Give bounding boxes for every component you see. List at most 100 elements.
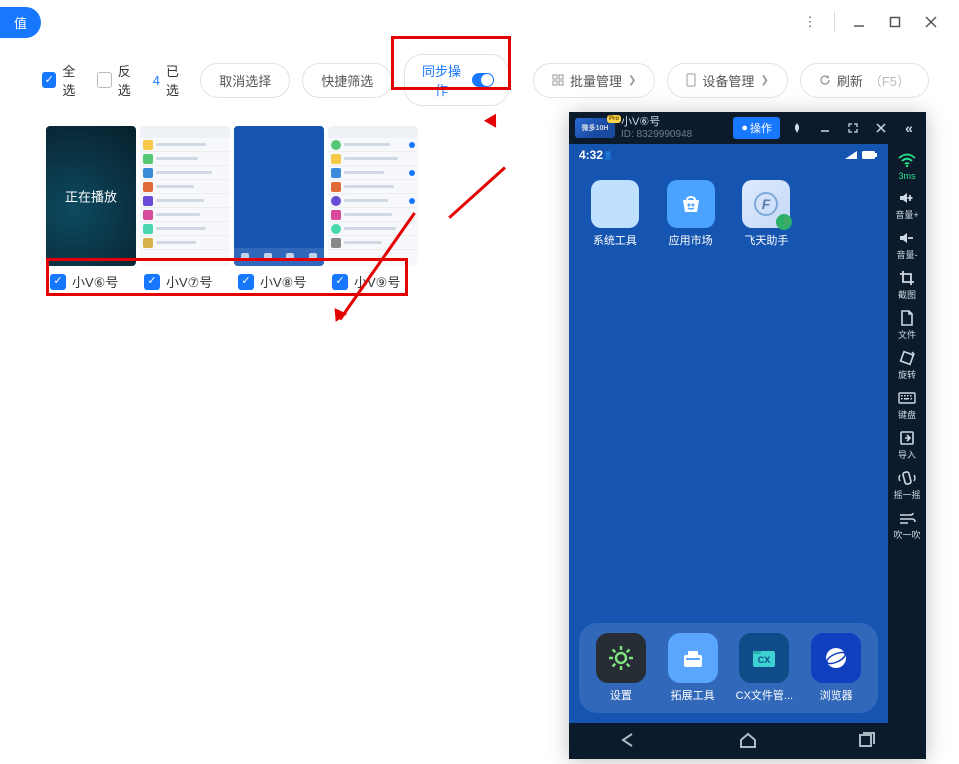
device-thumbnail[interactable]: 正在播放 <box>46 126 136 266</box>
import-icon <box>896 429 918 447</box>
device-checkbox[interactable] <box>238 274 254 290</box>
count-label: 已选 <box>166 61 188 99</box>
svg-text:F: F <box>762 196 771 212</box>
wifi-icon <box>896 152 918 170</box>
playing-label: 正在播放 <box>65 187 117 206</box>
rail-volume-up[interactable]: 音量+ <box>895 187 918 223</box>
minimize-icon[interactable] <box>814 117 836 139</box>
recharge-button[interactable]: 值 <box>0 7 41 38</box>
keyboard-icon <box>896 389 918 407</box>
phone-screen[interactable]: 4:32 👤 系统工具 应用市场 <box>569 144 888 723</box>
fullscreen-icon[interactable] <box>842 117 864 139</box>
rail-screenshot[interactable]: 截图 <box>896 267 918 303</box>
app-market[interactable]: 应用市场 <box>667 180 715 248</box>
close-icon[interactable] <box>870 117 892 139</box>
rail-rotate[interactable]: 旋转 <box>896 347 918 383</box>
device-thumbnail[interactable] <box>234 126 324 266</box>
rail-wifi[interactable]: 3ms <box>896 150 918 183</box>
chevron-right-icon: ❯ <box>760 75 768 86</box>
nav-home-icon[interactable] <box>738 731 758 752</box>
app-label: CX文件管... <box>736 687 793 703</box>
rail-import[interactable]: 导入 <box>896 427 918 463</box>
maximize-icon[interactable] <box>877 4 913 40</box>
invert-group[interactable]: 反选 <box>97 61 140 99</box>
phone-titlebar: 微多10H Pro 小V⑥号 ID: 8329990948 ● 操作 « <box>569 112 926 144</box>
sync-label: 同步操作 <box>419 61 464 99</box>
device-manage-button[interactable]: 设备管理❯ <box>667 63 787 98</box>
batch-manage-button[interactable]: 批量管理❯ <box>533 63 655 98</box>
app-label: 系统工具 <box>593 232 637 248</box>
device-name: 小V⑥号 <box>72 272 118 291</box>
more-icon[interactable]: ⋮ <box>792 4 828 40</box>
status-time: 4:32 <box>579 148 603 162</box>
phone-navbar <box>569 723 926 759</box>
phone-title-text: 小V⑥号 <box>621 116 692 129</box>
rail-shake[interactable]: 摇一摇 <box>893 467 920 503</box>
batch-icon <box>552 74 564 86</box>
rail-keyboard[interactable]: 键盘 <box>896 387 918 423</box>
invert-checkbox[interactable] <box>97 72 111 88</box>
count-number: 4 <box>153 73 160 88</box>
device-card[interactable]: 小V⑦号 <box>140 126 230 295</box>
close-icon[interactable] <box>913 4 949 40</box>
select-all-group[interactable]: 全选 <box>42 61 85 99</box>
wind-icon <box>896 509 918 527</box>
app-ext-tools[interactable]: 拓展工具 <box>668 633 718 703</box>
invert-label: 反选 <box>118 61 141 99</box>
app-settings[interactable]: 设置 <box>596 633 646 703</box>
app-label: 浏览器 <box>820 687 853 703</box>
nav-recent-icon[interactable] <box>857 731 877 752</box>
brand-logo-icon: 微多10H Pro <box>575 118 615 138</box>
status-bar: 4:32 👤 <box>569 144 888 166</box>
quick-filter-button[interactable]: 快捷筛选 <box>302 63 392 98</box>
phone-side-rail: 3ms 音量+ 音量- 截图 <box>888 144 926 723</box>
cancel-selection-button[interactable]: 取消选择 <box>200 63 290 98</box>
rail-blow[interactable]: 吹一吹 <box>893 507 920 543</box>
signal-icon <box>844 150 858 160</box>
rail-file[interactable]: 文件 <box>896 307 918 343</box>
app-label: 拓展工具 <box>671 687 715 703</box>
phone-dock: 设置 拓展工具 CX CX文件管... <box>579 623 878 713</box>
app-label: 飞天助手 <box>744 232 788 248</box>
app-cx-files[interactable]: CX CX文件管... <box>736 633 793 703</box>
crop-icon <box>896 269 918 287</box>
device-checkbox[interactable] <box>50 274 66 290</box>
device-checkbox[interactable] <box>332 274 348 290</box>
pin-icon[interactable] <box>786 117 808 139</box>
device-thumbnail[interactable] <box>328 126 418 266</box>
rotate-icon <box>896 349 918 367</box>
phone-preview-panel: 微多10H Pro 小V⑥号 ID: 8329990948 ● 操作 « 4:3… <box>569 112 926 759</box>
device-thumbnail[interactable] <box>140 126 230 266</box>
select-all-checkbox[interactable] <box>42 72 56 88</box>
device-name: 小V⑧号 <box>260 272 306 291</box>
select-all-label: 全选 <box>62 61 85 99</box>
window-header: 值 ⋮ <box>0 0 959 44</box>
rail-volume-down[interactable]: 音量- <box>896 227 918 263</box>
file-icon <box>896 309 918 327</box>
app-system-tools[interactable]: 系统工具 <box>591 180 639 248</box>
phone-id: ID: 8329990948 <box>621 129 692 141</box>
device-checkbox[interactable] <box>144 274 160 290</box>
device-card[interactable]: 正在播放 小V⑥号 <box>46 126 136 295</box>
collapse-icon[interactable]: « <box>898 117 920 139</box>
device-card[interactable]: 小V⑧号 <box>234 126 324 295</box>
app-label: 应用市场 <box>669 232 713 248</box>
app-label: 设置 <box>610 687 632 703</box>
battery-icon <box>862 150 878 160</box>
operate-button[interactable]: ● 操作 <box>733 117 780 139</box>
app-browser[interactable]: 浏览器 <box>811 633 861 703</box>
refresh-button[interactable]: 刷新（F5） <box>800 63 929 98</box>
volume-up-icon <box>896 189 918 207</box>
nav-back-icon[interactable] <box>618 731 640 752</box>
minimize-icon[interactable] <box>841 4 877 40</box>
app-ft-helper[interactable]: F 飞天助手 <box>742 180 790 248</box>
divider <box>834 11 835 33</box>
shake-icon <box>896 469 918 487</box>
volume-down-icon <box>896 229 918 247</box>
selected-count: 4 已选 <box>153 61 188 99</box>
refresh-icon <box>819 74 831 86</box>
sync-operate-button[interactable]: 同步操作 <box>404 54 509 106</box>
device-icon <box>686 73 696 87</box>
app-grid: 系统工具 应用市场 F 飞天助手 <box>569 166 888 248</box>
sync-toggle-icon[interactable] <box>472 73 494 87</box>
